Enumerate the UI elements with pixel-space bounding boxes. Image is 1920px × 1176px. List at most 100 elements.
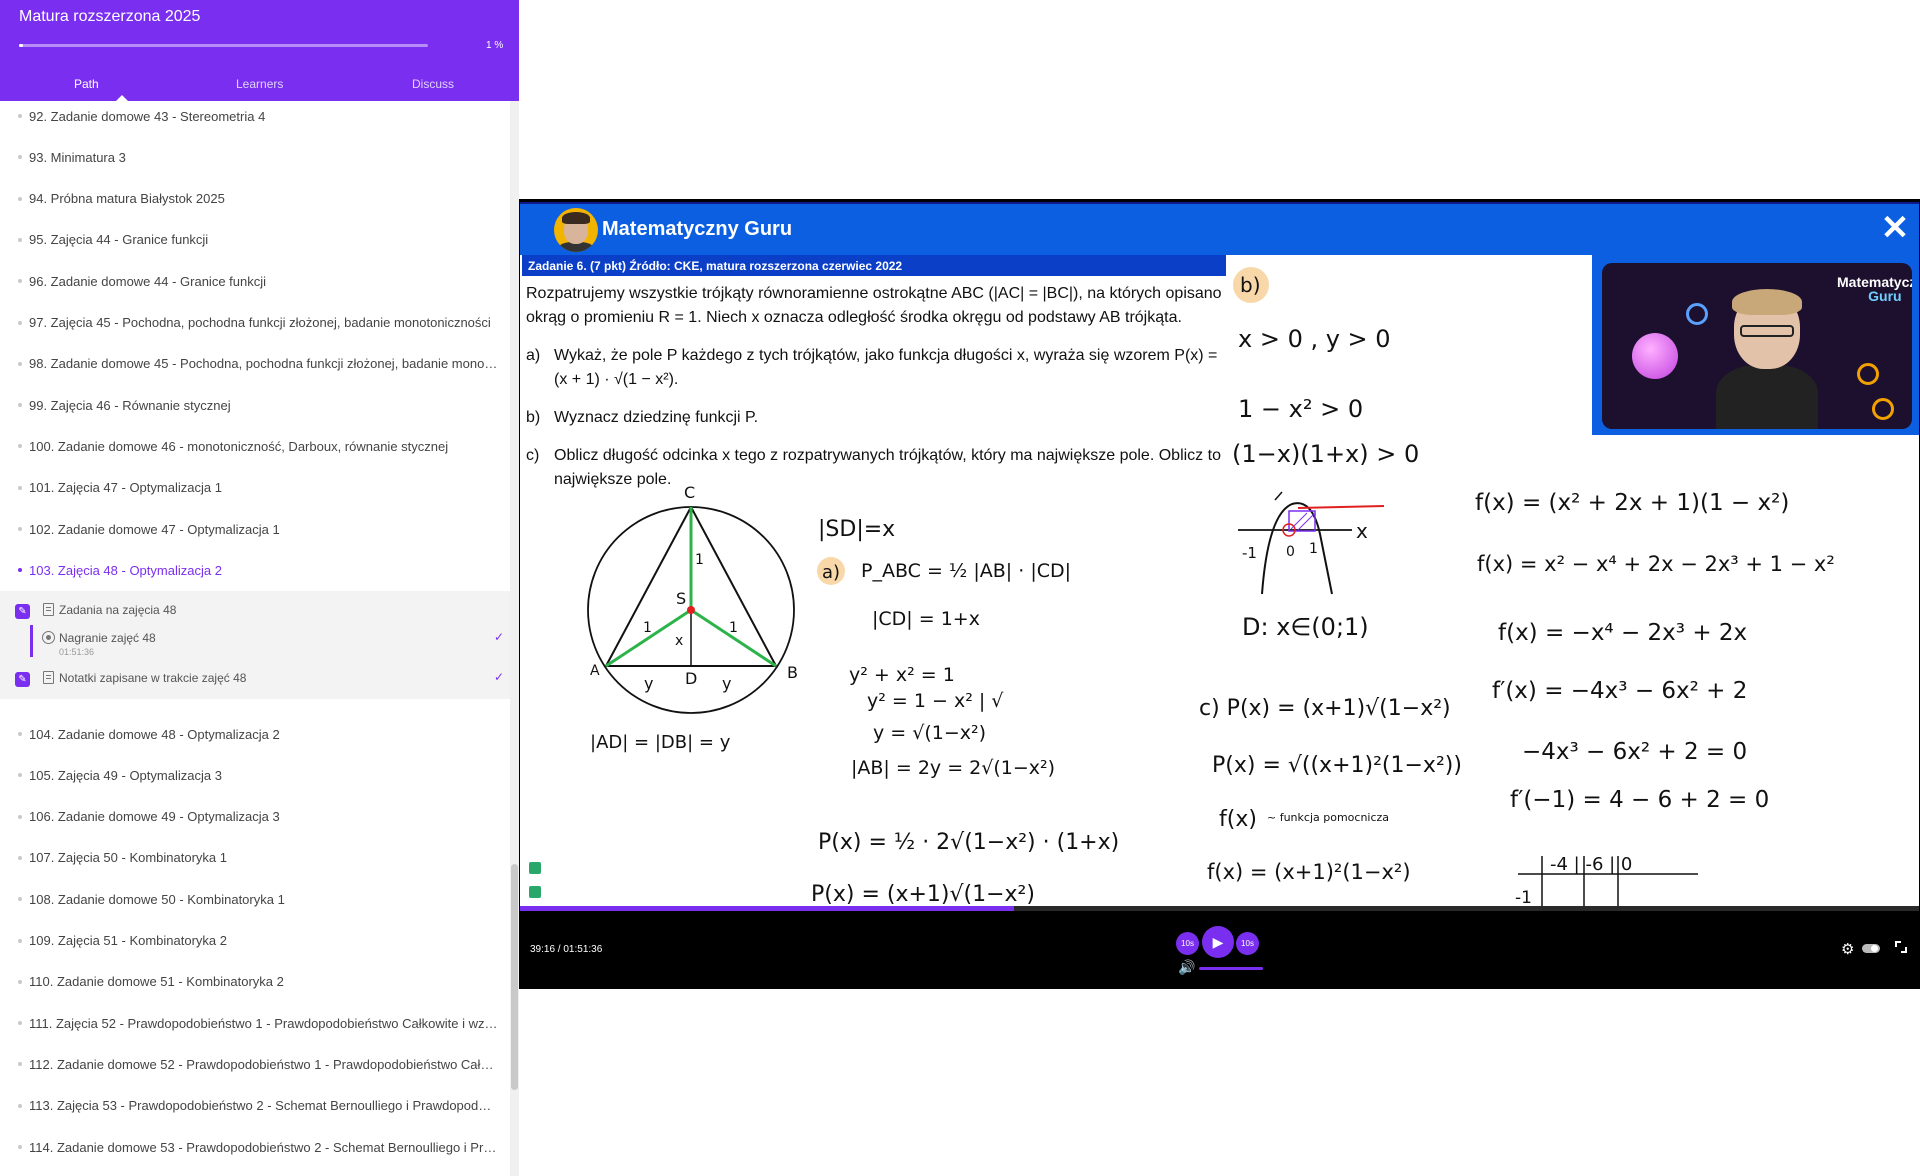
subitem-recording[interactable]: Nagranie zajęć 48 01:51:36 ✓	[0, 625, 510, 657]
f-helper-label: ~ funkcja pomocnicza	[1267, 811, 1389, 824]
board-toolbar	[529, 862, 541, 908]
sidebar-header: Matura rozszerzona 2025 1 % Path Learner…	[0, 0, 519, 101]
label-y2: y	[722, 674, 731, 693]
lesson-item[interactable]: 108. Zadanie domowe 50 - Kombinatoryka 1	[18, 884, 498, 914]
tab-learners[interactable]: Learners	[236, 77, 283, 91]
lesson-label: 108. Zadanie domowe 50 - Kombinatoryka 1	[29, 891, 285, 907]
lesson-item[interactable]: 100. Zadanie domowe 46 - monotoniczność,…	[18, 431, 498, 461]
f-exp-note-1: f(x) = (x² + 2x + 1)(1 − x²)	[1475, 490, 1789, 516]
lesson-item[interactable]: 104. Zadanie domowe 48 - Optymalizacja 2	[18, 719, 498, 749]
toggle-icon[interactable]	[1862, 944, 1880, 953]
lesson-label: 100. Zadanie domowe 46 - monotoniczność,…	[29, 438, 449, 454]
video-frame[interactable]: Matematyczny Guru ✕ Zadanie 6. (7 pkt) Ź…	[520, 202, 1919, 908]
lesson-item-active[interactable]: 103. Zajęcia 48 - Optymalizacja 2	[18, 555, 498, 585]
gear-icon[interactable]: ⚙	[1841, 940, 1854, 958]
label-d: D	[685, 669, 697, 688]
bullet-icon	[18, 814, 22, 819]
lesson-item[interactable]: 109. Zajęcia 51 - Kombinatoryka 2	[18, 926, 498, 956]
part-b-mark: b)	[1240, 273, 1261, 297]
lesson-item[interactable]: 92. Zadanie domowe 43 - Stereometria 4	[18, 101, 498, 131]
f-def-note: f(x) = (x+1)²(1−x²)	[1207, 860, 1411, 884]
bullet-icon	[18, 773, 22, 778]
lesson-item[interactable]: 111. Zajęcia 52 - Prawdopodobieństwo 1 -…	[18, 1008, 498, 1038]
document-icon	[43, 671, 54, 684]
lesson-item[interactable]: 101. Zajęcia 47 - Optymalizacja 1	[18, 473, 498, 503]
lesson-item[interactable]: 98. Zadanie domowe 45 - Pochodna, pochod…	[18, 349, 498, 379]
document-icon	[43, 603, 54, 616]
part-a-mark: a)	[822, 562, 840, 583]
domain-note: D: x∈(0;1)	[1242, 613, 1369, 641]
play-icon[interactable]: ▶	[1202, 926, 1234, 958]
horner-table: -4 | -6 | 0 -1	[1515, 854, 1698, 908]
lesson-item[interactable]: 99. Zajęcia 46 - Równanie stycznej	[18, 390, 498, 420]
tab-path[interactable]: Path	[74, 77, 99, 91]
course-sidebar: Matura rozszerzona 2025 1 % Path Learner…	[0, 0, 519, 1176]
video-seek-bar[interactable]	[520, 906, 1919, 911]
subitem-tasks[interactable]: ✎ Zadania na zajęcia 48	[0, 597, 510, 625]
forward-10-button[interactable]: 10s	[1236, 932, 1259, 955]
note-icon[interactable]	[529, 862, 541, 874]
lesson-label: 105. Zajęcia 49 - Optymalizacja 3	[29, 767, 222, 783]
triangle-diagram: C A B D S 1 1 1 x y y |AD| = |DB| = y	[587, 483, 798, 753]
lesson-label: 94. Próbna matura Białystok 2025	[29, 191, 225, 207]
subitem-label: Notatki zapisane w trakcie zajęć 48	[59, 671, 247, 685]
horner-row: -4 | -6 | 0	[1550, 854, 1632, 875]
subitem-label: Zadania na zajęcia 48	[59, 603, 177, 617]
volume-slider[interactable]	[1199, 967, 1263, 970]
bullet-icon	[18, 403, 22, 408]
course-progress-bar	[19, 44, 428, 47]
lesson-label: 107. Zajęcia 50 - Kombinatoryka 1	[29, 850, 227, 866]
course-title: Matura rozszerzona 2025	[19, 8, 201, 25]
lesson-item[interactable]: 94. Próbna matura Białystok 2025	[18, 184, 498, 214]
video-player[interactable]: Matematyczny Guru ✕ Zadanie 6. (7 pkt) Ź…	[519, 199, 1920, 989]
lesson-item[interactable]: 105. Zajęcia 49 - Optymalizacja 3	[18, 760, 498, 790]
f-exp-note-3: f(x) = −x⁴ − 2x³ + 2x	[1498, 620, 1747, 646]
label-r2: 1	[643, 620, 652, 636]
lesson-item[interactable]: 112. Zadanie domowe 52 - Prawdopodobieńs…	[18, 1049, 498, 1079]
label-r3: 1	[729, 620, 738, 636]
bullet-icon	[18, 444, 22, 449]
sidebar-scrollbar-thumb[interactable]	[511, 864, 518, 1090]
bullet-icon	[18, 196, 22, 201]
fullscreen-icon[interactable]	[1895, 941, 1907, 953]
calculator-icon[interactable]	[529, 886, 541, 898]
bullet-icon	[18, 568, 22, 572]
label-a: A	[590, 663, 600, 679]
bullet-icon	[18, 938, 22, 943]
px-note-1: P(x) = ½ · 2√(1−x²) · (1+x)	[818, 830, 1119, 855]
bullet-icon	[18, 855, 22, 860]
lesson-item[interactable]: 93. Minimatura 3	[18, 142, 498, 172]
bullet-icon	[18, 114, 22, 118]
current-item-marker	[30, 625, 33, 657]
cond-note-1: x > 0 , y > 0	[1238, 325, 1391, 353]
y-note: y = √(1−x²)	[873, 722, 986, 744]
lesson-item[interactable]: 102. Zadanie domowe 47 - Optymalizacja 1	[18, 514, 498, 544]
lesson-item[interactable]: 113. Zajęcia 53 - Prawdopodobieństwo 2 -…	[18, 1091, 498, 1121]
graph-minus-one: -1	[1242, 544, 1257, 562]
lesson-label: 97. Zajęcia 45 - Pochodna, pochodna funk…	[29, 315, 491, 330]
lesson-label: 112. Zadanie domowe 52 - Prawdopodobieńs…	[29, 1056, 498, 1072]
lesson-item[interactable]: 114. Zadanie domowe 53 - Prawdopodobieńs…	[18, 1132, 498, 1162]
pythagoras-note: y² + x² = 1	[849, 664, 955, 686]
tab-discuss[interactable]: Discuss	[412, 77, 454, 91]
bullet-icon	[18, 237, 22, 242]
rewind-10-button[interactable]: 10s	[1176, 932, 1199, 955]
course-progress-fill	[19, 44, 24, 47]
lesson-item[interactable]: 110. Zadanie domowe 51 - Kombinatoryka 2	[18, 967, 498, 997]
lesson-label: 96. Zadanie domowe 44 - Granice funkcji	[29, 273, 267, 289]
volume-icon[interactable]: 🔊	[1178, 959, 1195, 976]
bullet-icon	[18, 1145, 22, 1149]
lesson-item[interactable]: 107. Zajęcia 50 - Kombinatoryka 1	[18, 843, 498, 873]
lesson-label: 110. Zadanie domowe 51 - Kombinatoryka 2	[29, 974, 284, 990]
bullet-icon	[18, 320, 22, 325]
lesson-item[interactable]: 95. Zajęcia 44 - Granice funkcji	[18, 225, 498, 255]
check-icon: ✓	[494, 670, 505, 684]
subitem-notes[interactable]: ✎ Notatki zapisane w trakcie zajęć 48 ✓	[0, 665, 510, 693]
lesson-item[interactable]: 97. Zajęcia 45 - Pochodna, pochodna funk…	[18, 308, 498, 338]
subitem-label: Nagranie zajęć 48	[59, 631, 156, 645]
lesson-item[interactable]: 96. Zadanie domowe 44 - Granice funkcji	[18, 266, 498, 296]
px-note-2: P(x) = (x+1)√(1−x²)	[811, 882, 1035, 907]
lesson-item[interactable]: 106. Zadanie domowe 49 - Optymalizacja 3	[18, 802, 498, 832]
f-helper-note: f(x)	[1219, 807, 1257, 832]
lesson-tag-icon: ✎	[15, 604, 30, 619]
